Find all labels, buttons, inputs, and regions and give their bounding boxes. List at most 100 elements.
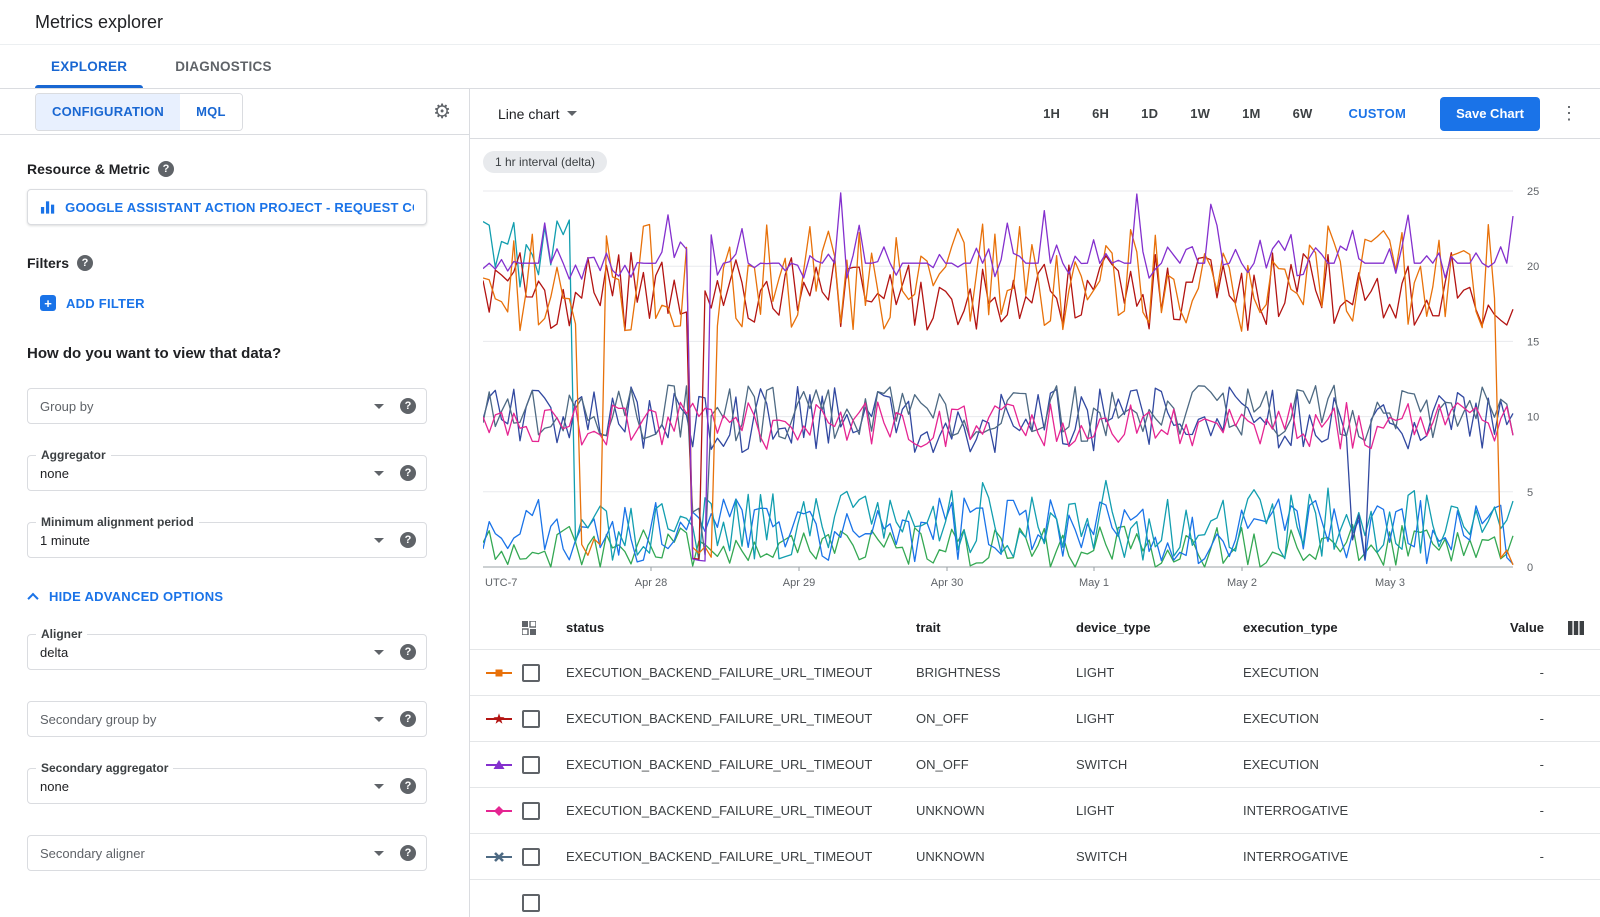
cell-value: - (1493, 757, 1544, 772)
help-icon[interactable]: ? (400, 711, 416, 727)
help-icon[interactable]: ? (400, 644, 416, 660)
help-icon[interactable]: ? (77, 255, 93, 271)
select-aligner[interactable]: Alignerdelta? (27, 634, 427, 670)
cell-status: EXECUTION_BACKEND_FAILURE_URL_TIMEOUT (566, 803, 916, 818)
hide-advanced-options-toggle[interactable]: HIDE ADVANCED OPTIONS (29, 589, 223, 604)
cell-execution-type: EXECUTION (1243, 665, 1493, 680)
legend-grid-icon[interactable] (522, 621, 536, 635)
cell-device-type: LIGHT (1076, 711, 1243, 726)
time-range-1w[interactable]: 1W (1190, 106, 1210, 121)
chevron-down-icon (374, 717, 384, 722)
select-value-secondary-group-by: Secondary group by (40, 712, 374, 727)
time-range-6h[interactable]: 6H (1092, 106, 1109, 121)
chevron-down-icon (374, 471, 384, 476)
help-icon[interactable]: ? (400, 845, 416, 861)
row-checkbox[interactable] (522, 664, 540, 682)
time-range-custom[interactable]: CUSTOM (1348, 106, 1406, 121)
advanced-fields: Alignerdelta?Secondary group by?Secondar… (27, 634, 453, 871)
resource-metric-section: Resource & Metric ? (27, 161, 453, 177)
table-row: EXECUTION_BACKEND_FAILURE_URL_TIMEOUTBRI… (470, 650, 1600, 696)
column-header-device-type: device_type (1076, 620, 1243, 635)
select-group-by[interactable]: Group by? (27, 388, 427, 424)
series-marker-triangle-icon (486, 758, 512, 772)
overflow-menu-icon[interactable]: ⋮ (1560, 103, 1578, 124)
help-icon[interactable]: ? (158, 161, 174, 177)
cell-execution-type: INTERROGATIVE (1243, 803, 1493, 818)
add-filter-button[interactable]: + ADD FILTER (40, 295, 145, 311)
time-range-6w[interactable]: 6W (1293, 106, 1313, 121)
chevron-down-icon (374, 784, 384, 789)
save-chart-button[interactable]: Save Chart (1440, 97, 1540, 131)
help-icon[interactable]: ? (400, 532, 416, 548)
help-icon[interactable]: ? (400, 778, 416, 794)
series-marker-star-icon (486, 712, 512, 726)
cell-value: - (1493, 711, 1544, 726)
cell-value: - (1493, 803, 1544, 818)
mql-toggle-button[interactable]: MQL (180, 94, 242, 130)
y-axis-tick: 25 (1527, 186, 1539, 198)
x-axis-label: May 1 (1079, 577, 1109, 589)
cell-status: EXECUTION_BACKEND_FAILURE_URL_TIMEOUT (566, 757, 916, 772)
series-legend-glyph (486, 850, 522, 864)
cell-trait: ON_OFF (916, 757, 1076, 772)
table-row: EXECUTION_BACKEND_FAILURE_URL_TIMEOUTUNK… (470, 788, 1600, 834)
column-settings-icon[interactable] (1568, 621, 1584, 635)
cell-status: EXECUTION_BACKEND_FAILURE_URL_TIMEOUT (566, 849, 916, 864)
titlebar: Metrics explorer (0, 0, 1600, 45)
row-checkbox[interactable] (522, 894, 540, 912)
row-checkbox[interactable] (522, 756, 540, 774)
series-table-body: EXECUTION_BACKEND_FAILURE_URL_TIMEOUTBRI… (470, 650, 1600, 917)
resource-metric-chip-label: GOOGLE ASSISTANT ACTION PROJECT - REQUES… (65, 200, 414, 215)
series-legend-glyph (486, 666, 522, 680)
tab-diagnostics[interactable]: DIAGNOSTICS (151, 45, 296, 88)
y-axis-tick: 20 (1527, 261, 1539, 273)
row-checkbox[interactable] (522, 710, 540, 728)
column-header-status: status (566, 620, 916, 635)
y-axis-tick: 15 (1527, 336, 1539, 348)
row-checkbox[interactable] (522, 802, 540, 820)
chevron-down-icon (374, 851, 384, 856)
cell-trait: UNKNOWN (916, 849, 1076, 864)
x-axis-label: Apr 30 (931, 577, 963, 589)
select-secondary-group-by[interactable]: Secondary group by? (27, 701, 427, 737)
row-checkbox[interactable] (522, 848, 540, 866)
config-mql-toggle: CONFIGURATION MQL (35, 93, 243, 131)
cell-execution-type: EXECUTION (1243, 711, 1493, 726)
chevron-up-icon (27, 592, 38, 603)
chart-area: 1 hr interval (delta) 0510152025UTC-7Apr… (470, 139, 1600, 596)
cell-device-type: LIGHT (1076, 803, 1243, 818)
table-row: EXECUTION_BACKEND_FAILURE_URL_TIMEOUTON_… (470, 742, 1600, 788)
tab-explorer[interactable]: EXPLORER (27, 45, 151, 88)
select-value-minimum-alignment-period: 1 minute (40, 533, 374, 548)
resource-metric-chip[interactable]: GOOGLE ASSISTANT ACTION PROJECT - REQUES… (27, 189, 427, 225)
chart-panel: Line chart 1H 6H 1D 1W 1M 6W CUSTOM Save Char… (470, 89, 1600, 917)
chevron-down-icon (374, 650, 384, 655)
y-axis-tick: 5 (1527, 487, 1533, 499)
cell-device-type: SWITCH (1076, 757, 1243, 772)
chart-type-label: Line chart (498, 106, 559, 122)
help-icon[interactable]: ? (400, 398, 416, 414)
resource-metric-label: Resource & Metric (27, 161, 150, 177)
settings-gear-icon[interactable]: ⚙ (433, 102, 451, 122)
add-filter-label: ADD FILTER (66, 296, 145, 311)
time-range-1d[interactable]: 1D (1141, 106, 1158, 121)
interval-chip: 1 hr interval (delta) (483, 151, 607, 173)
table-row: EXECUTION_BACKEND_FAILURE_URL_TIMEOUTON_… (470, 696, 1600, 742)
column-header-trait: trait (916, 620, 1076, 635)
time-range-1h[interactable]: 1H (1043, 106, 1060, 121)
time-range-1m[interactable]: 1M (1242, 106, 1260, 121)
page-title: Metrics explorer (35, 12, 163, 33)
select-minimum-alignment-period[interactable]: Minimum alignment period1 minute? (27, 522, 427, 558)
configuration-toggle-button[interactable]: CONFIGURATION (36, 94, 180, 130)
select-value-secondary-aligner: Secondary aligner (40, 846, 374, 861)
select-secondary-aggregator[interactable]: Secondary aggregatornone? (27, 768, 427, 804)
help-icon[interactable]: ? (400, 465, 416, 481)
plus-icon: + (40, 295, 56, 311)
config-form: Resource & Metric ? GOOGLE ASSISTANT ACT… (0, 135, 469, 902)
x-axis-label: Apr 29 (783, 577, 815, 589)
field-label-aligner: Aligner (36, 627, 87, 641)
select-aggregator[interactable]: Aggregatornone? (27, 455, 427, 491)
select-secondary-aligner[interactable]: Secondary aligner? (27, 835, 427, 871)
filters-label: Filters (27, 255, 69, 271)
chart-type-dropdown[interactable]: Line chart (498, 106, 577, 122)
